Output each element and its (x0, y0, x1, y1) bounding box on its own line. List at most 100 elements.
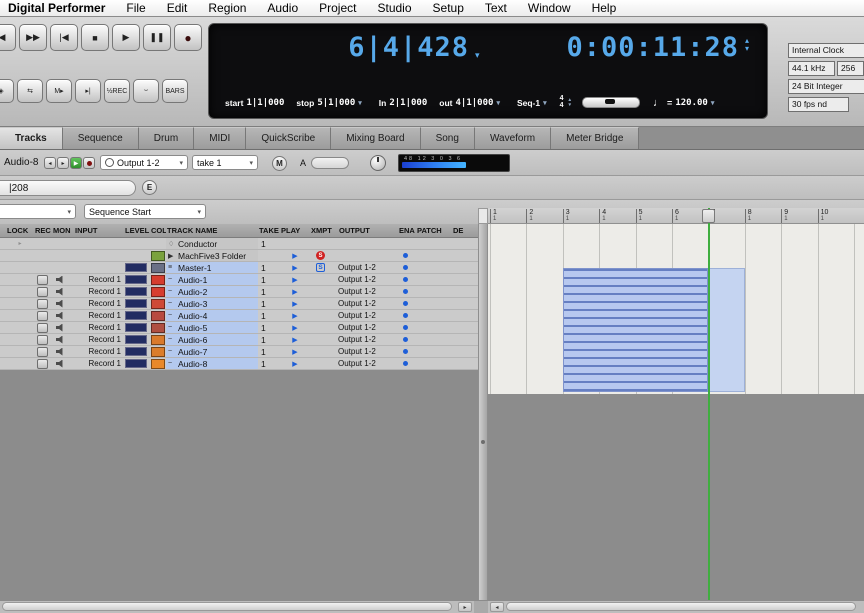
output-cell[interactable]: Output 1-2 (338, 346, 398, 357)
default-cell[interactable] (452, 310, 478, 321)
output-cell[interactable]: Output 1-2 (338, 334, 398, 345)
default-cell[interactable] (452, 262, 478, 273)
transport-stop-button[interactable]: ■ (81, 24, 109, 51)
tab-midi[interactable]: MIDI (194, 127, 247, 149)
clock-source-box[interactable]: Internal Clock (788, 43, 864, 58)
rec-cell[interactable] (34, 358, 52, 369)
track-name-cell[interactable]: ~ Audio-1 (166, 274, 258, 285)
menu-item-audio[interactable]: Audio (267, 1, 298, 15)
track-color-chip[interactable] (151, 286, 165, 297)
output-cell[interactable] (338, 250, 398, 261)
transport-step-back-button[interactable]: ◀ (0, 24, 16, 51)
menu-item-file[interactable]: File (126, 1, 145, 15)
mon-cell[interactable] (52, 358, 74, 369)
transport-return-to-start-button[interactable]: |◀ (50, 24, 78, 51)
rec-cell[interactable] (34, 250, 52, 261)
enable-cell[interactable] (398, 250, 416, 261)
menu-item-project[interactable]: Project (319, 1, 356, 15)
solo-exempt-cell[interactable] (310, 310, 338, 321)
transport-loop-button[interactable]: ⇆ (17, 79, 43, 103)
record-enable-button[interactable] (37, 334, 48, 345)
monitor-speaker-icon[interactable] (56, 359, 63, 368)
track-color-chip[interactable] (151, 274, 165, 285)
color-cell[interactable] (150, 274, 166, 285)
solo-exempt-cell[interactable] (310, 238, 338, 249)
tempo-value[interactable]: 120.00 (675, 98, 708, 108)
input-cell[interactable] (74, 250, 124, 261)
track-row-audio-7[interactable]: Record 1 ~ Audio-7 1 ▶ Output 1-2 (0, 346, 478, 358)
mon-cell[interactable] (52, 238, 74, 249)
mon-cell[interactable] (52, 262, 74, 273)
monitor-speaker-icon[interactable] (56, 275, 63, 284)
color-cell[interactable] (150, 262, 166, 273)
timeline-ruler[interactable]: 112131415161718191101 (488, 208, 864, 224)
record-enable-button[interactable] (37, 346, 48, 357)
left-horizontal-scrollbar-thumb[interactable] (2, 602, 452, 611)
track-name-cell[interactable]: ♢ Conductor (166, 238, 258, 249)
transport-play-button[interactable]: ▶ (112, 24, 140, 51)
enable-cell[interactable] (398, 274, 416, 285)
rec-cell[interactable] (34, 298, 52, 309)
play-enable-cell[interactable]: ▶ (280, 310, 310, 321)
take-cell[interactable]: 1 (258, 322, 280, 333)
record-enable-button[interactable] (37, 322, 48, 333)
ruler-measure-10[interactable]: 10 1 (817, 209, 828, 223)
solo-exempt-cell[interactable] (310, 274, 338, 285)
tempo-slider-thumb[interactable] (605, 99, 616, 104)
solo-exempt-cell[interactable] (310, 286, 338, 297)
rec-cell[interactable] (34, 262, 52, 273)
take-cell[interactable]: 1 (258, 286, 280, 297)
track-row-machfive3-folder[interactable]: ▶ MachFive3 Folder ▶ S (0, 250, 478, 262)
out-dropdown-icon[interactable]: ▾ (496, 99, 500, 107)
app-menu[interactable]: Digital Performer (8, 1, 105, 15)
monitor-speaker-icon[interactable] (56, 347, 63, 356)
patch-cell[interactable] (416, 346, 452, 357)
track-name-cell[interactable]: ~ Audio-4 (166, 310, 258, 321)
play-enable-cell[interactable]: ▶ (280, 250, 310, 261)
left-selector[interactable]: ▾ (0, 204, 76, 219)
record-enable-button[interactable] (37, 310, 48, 321)
mon-cell[interactable] (52, 286, 74, 297)
output-cell[interactable]: Output 1-2 (338, 262, 398, 273)
transport-slur-button[interactable]: ⌣ (133, 79, 159, 103)
color-cell[interactable] (150, 334, 166, 345)
output-cell[interactable] (338, 238, 398, 249)
track-lanes[interactable] (488, 224, 864, 394)
transport-pause-button[interactable]: ❚❚ (143, 24, 171, 51)
default-cell[interactable] (452, 334, 478, 345)
transport-record-button[interactable]: ● (174, 24, 202, 51)
patch-cell[interactable] (416, 334, 452, 345)
rec-cell[interactable] (34, 286, 52, 297)
timecode-spinner[interactable]: ▴ ▾ (745, 37, 749, 53)
record-enable-button[interactable] (37, 358, 48, 369)
patch-cell[interactable] (416, 358, 452, 369)
track-name-cell[interactable]: ~ Audio-2 (166, 286, 258, 297)
transport-fast-forward-button[interactable]: ▶▶ (19, 24, 47, 51)
input-cell[interactable]: Record 1 (74, 298, 124, 309)
track-row-audio-8[interactable]: Record 1 ~ Audio-8 1 ▶ Output 1-2 (0, 358, 478, 370)
track-color-chip[interactable] (151, 358, 165, 369)
menu-item-text[interactable]: Text (485, 1, 507, 15)
track-row-audio-5[interactable]: Record 1 ~ Audio-5 1 ▶ Output 1-2 (0, 322, 478, 334)
track-color-chip[interactable] (151, 322, 165, 333)
rec-cell[interactable] (34, 310, 52, 321)
color-cell[interactable] (150, 358, 166, 369)
time-signature-spinner[interactable]: ▴ ▾ (569, 97, 572, 108)
solo-exempt-icon[interactable]: S (316, 251, 325, 260)
output-cell[interactable]: Output 1-2 (338, 298, 398, 309)
output-cell[interactable]: Output 1-2 (338, 322, 398, 333)
color-cell[interactable] (150, 346, 166, 357)
monitor-speaker-icon[interactable] (56, 323, 63, 332)
record-enable-button[interactable] (37, 298, 48, 309)
input-cell[interactable]: Record 1 (74, 334, 124, 345)
menu-item-region[interactable]: Region (208, 1, 246, 15)
default-cell[interactable] (452, 358, 478, 369)
mute-button[interactable]: M (272, 156, 287, 171)
in-value[interactable]: 2|1|000 (389, 98, 427, 108)
sequence-start-selector[interactable]: Sequence Start ▾ (84, 204, 206, 219)
solo-exempt-cell[interactable] (310, 322, 338, 333)
menu-item-help[interactable]: Help (592, 1, 617, 15)
edit-button[interactable]: E (142, 180, 157, 195)
enable-dot-icon[interactable] (403, 289, 408, 294)
color-cell[interactable] (150, 238, 166, 249)
